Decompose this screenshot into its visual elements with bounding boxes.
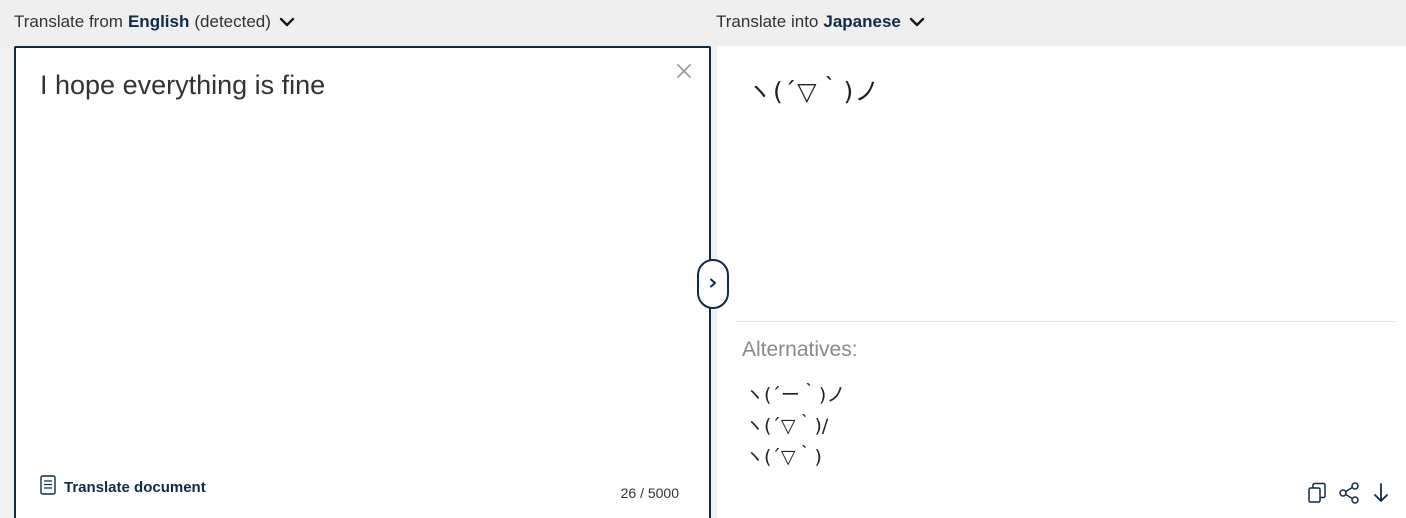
alternative-item[interactable]: ヽ(´▽｀)/ xyxy=(745,411,845,442)
translation-output: ヽ(´▽｀)ノ xyxy=(747,77,881,106)
source-language-prefix: Translate from xyxy=(14,12,123,31)
target-language-prefix: Translate into xyxy=(716,12,819,31)
chevron-down-icon xyxy=(279,17,295,27)
source-language-name: English xyxy=(127,12,190,31)
character-count: 26 / 5000 xyxy=(620,485,679,501)
target-language-name: Japanese xyxy=(823,12,901,31)
alternatives-heading: Alternatives: xyxy=(742,338,858,361)
chevron-right-icon xyxy=(709,275,717,293)
divider xyxy=(735,321,1396,322)
download-icon[interactable] xyxy=(1370,480,1392,506)
close-icon[interactable] xyxy=(673,60,695,82)
source-text-panel[interactable]: I hope everything is fine Translate docu… xyxy=(14,46,711,518)
alternative-item[interactable]: ヽ(´▽｀) xyxy=(745,442,845,473)
target-actions xyxy=(1296,480,1392,506)
document-icon xyxy=(40,475,56,500)
chevron-down-icon xyxy=(909,17,925,27)
translate-document-label: Translate document xyxy=(64,479,206,496)
target-language-selector[interactable]: Translate into Japanese xyxy=(716,12,925,32)
swap-panel-button[interactable] xyxy=(697,259,729,309)
source-detected-note: (detected) xyxy=(194,12,271,31)
source-language-selector[interactable]: Translate from English (detected) xyxy=(14,12,295,32)
alternative-item[interactable]: ヽ(´ー｀)ノ xyxy=(745,380,845,411)
copy-icon[interactable] xyxy=(1306,480,1328,506)
target-text-panel: ヽ(´▽｀)ノ Alternatives: ヽ(´ー｀)ノ ヽ(´▽｀)/ ヽ(… xyxy=(717,46,1406,518)
translate-document-button[interactable]: Translate document xyxy=(40,475,206,500)
share-icon[interactable] xyxy=(1338,480,1360,506)
source-text-input[interactable]: I hope everything is fine xyxy=(40,70,325,101)
language-bar: Translate from English (detected) Transl… xyxy=(0,0,1406,46)
alternatives-list: ヽ(´ー｀)ノ ヽ(´▽｀)/ ヽ(´▽｀) xyxy=(745,380,845,473)
